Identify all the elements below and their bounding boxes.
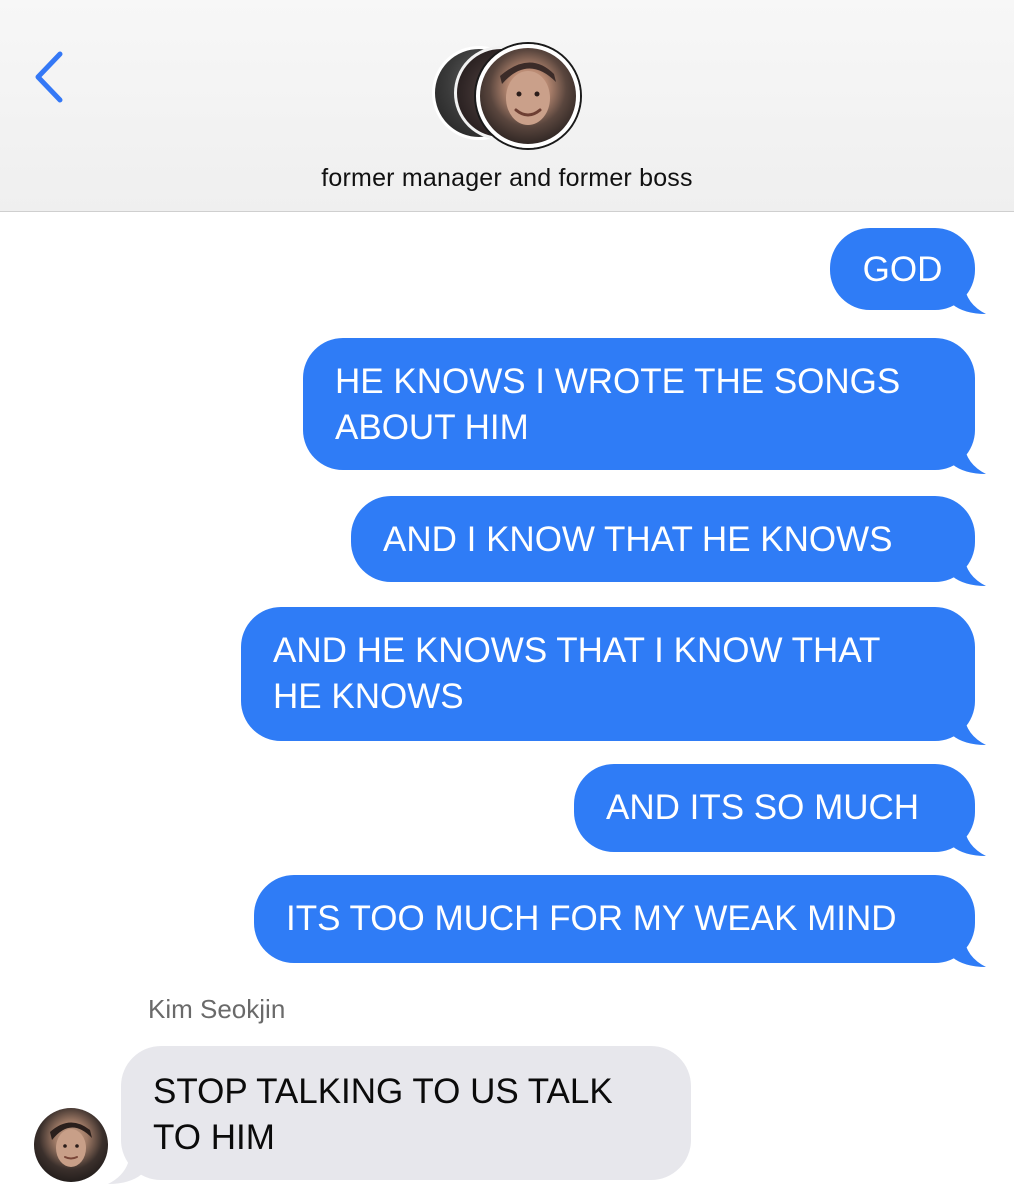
- message-text: AND I KNOW THAT HE KNOWS: [383, 520, 893, 559]
- message-text: HE KNOWS I WROTE THE SONGS: [335, 362, 901, 401]
- bubble-tail: [952, 937, 986, 967]
- message-text: ITS TOO MUCH FOR MY WEAK MIND: [286, 899, 897, 938]
- outgoing-message[interactable]: AND HE KNOWS THAT I KNOW THAT HE KNOWS: [241, 607, 975, 741]
- chevron-left-icon: [35, 51, 63, 103]
- outgoing-message[interactable]: AND I KNOW THAT HE KNOWS: [351, 496, 975, 582]
- bubble-tail: [952, 715, 986, 745]
- group-avatar[interactable]: [432, 44, 584, 148]
- bubble-tail: [952, 826, 986, 856]
- message-text: AND ITS SO MUCH: [606, 788, 920, 827]
- member-avatar: [476, 44, 580, 148]
- outgoing-message[interactable]: ITS TOO MUCH FOR MY WEAK MIND: [254, 875, 975, 963]
- outgoing-message[interactable]: HE KNOWS I WROTE THE SONGS ABOUT HIM: [303, 338, 975, 470]
- avatar-face-icon: [50, 1122, 92, 1167]
- conversation-title[interactable]: former manager and former boss: [0, 164, 1014, 193]
- message-text: AND HE KNOWS THAT I KNOW THAT: [273, 631, 881, 670]
- sender-name: Kim Seokjin: [148, 994, 286, 1024]
- bubble-tail: [952, 444, 986, 474]
- message-text: GOD: [862, 250, 943, 289]
- contact-avatar[interactable]: [34, 1108, 108, 1182]
- bubble-tail: [108, 1154, 142, 1184]
- bubble-tail: [952, 556, 986, 586]
- avatar-face-icon: [500, 62, 556, 125]
- back-button[interactable]: [28, 46, 72, 108]
- message-text: STOP TALKING TO US TALK: [153, 1072, 613, 1111]
- message-text: HE KNOWS: [273, 677, 464, 716]
- message-text: ABOUT HIM: [335, 408, 529, 447]
- incoming-message[interactable]: STOP TALKING TO US TALK TO HIM: [121, 1046, 691, 1180]
- outgoing-message[interactable]: AND ITS SO MUCH: [574, 764, 975, 852]
- message-text: TO HIM: [153, 1118, 275, 1157]
- bubble-tail: [952, 284, 986, 314]
- conversation-header: former manager and former boss: [0, 0, 1014, 212]
